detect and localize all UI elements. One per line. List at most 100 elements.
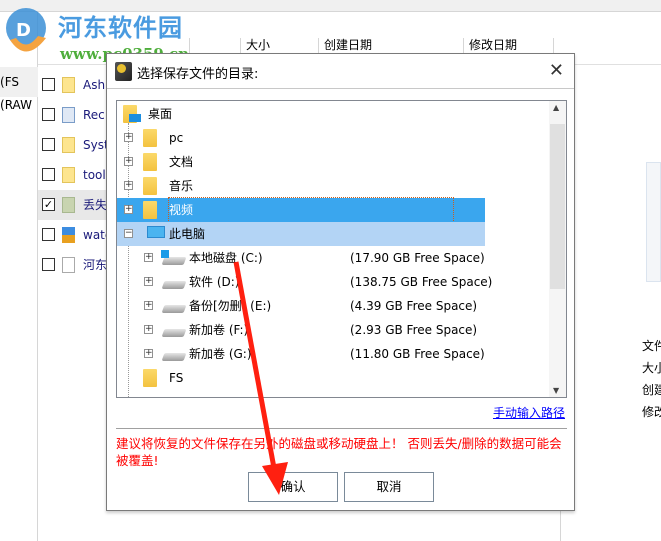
file-row[interactable]: 河东 (38, 250, 106, 280)
file-name: Syst (83, 138, 106, 152)
cancel-button[interactable]: 取消 (344, 472, 434, 502)
windows-logo-icon (161, 250, 169, 258)
file-checkbox[interactable] (42, 228, 55, 241)
file-row[interactable]: Syst (38, 130, 106, 160)
file-name: 河东 (83, 258, 106, 272)
info-label: 文件 (642, 339, 661, 353)
save-directory-dialog: 选择保存文件的目录: ✕ 桌面 + pc + 文档 + 音乐 + 视频 − 此电脑 + 本地磁盘 (… (106, 53, 575, 511)
expand-icon[interactable]: + (144, 301, 153, 310)
computer-icon (147, 226, 165, 238)
close-icon[interactable]: ✕ (549, 60, 564, 81)
archive-icon (62, 227, 75, 243)
column-label: 修改日期 (469, 38, 518, 52)
tree-node-label: 视频 (167, 197, 455, 223)
expand-icon[interactable]: + (124, 205, 133, 214)
watermark-logo: D (2, 6, 52, 56)
drive-node[interactable]: + 备份[勿删] (E:) (4.39 GB Free Space) (117, 294, 547, 318)
tree-node[interactable]: + 视频 (117, 197, 485, 223)
drive-free-space: (2.93 GB Free Space) (350, 323, 478, 337)
folder-icon (62, 167, 75, 183)
file-name: wate (83, 228, 106, 242)
drive-label: 本地磁盘 (C:) (189, 251, 263, 265)
left-panel-item[interactable]: RAW) (0, 90, 38, 120)
file-checkbox[interactable] (42, 138, 55, 151)
expand-icon[interactable]: + (124, 181, 133, 190)
info-label: 大小 (642, 361, 661, 375)
tree-node[interactable]: + 音乐 (117, 174, 485, 198)
drive-icon (161, 353, 187, 361)
info-label: 创建 (642, 383, 661, 397)
drive-label: 软件 (D:) (189, 275, 240, 289)
drive-free-space: (4.39 GB Free Space) (350, 299, 478, 313)
expand-icon[interactable]: + (144, 277, 153, 286)
file-name: tools (83, 168, 106, 182)
drive-node[interactable]: + 本地磁盘 (C:) (17.90 GB Free Space) (117, 246, 547, 270)
dialog-titlebar[interactable]: 选择保存文件的目录: ✕ (107, 54, 574, 89)
drive-icon (161, 305, 187, 313)
column-label: 大小 (246, 38, 271, 52)
file-row[interactable]: tools (38, 160, 106, 190)
tree-node-label: 此电脑 (169, 227, 206, 241)
tree-node[interactable]: + 文档 (117, 150, 485, 174)
warning-text: 建议将恢复的文件保存在另外的磁盘或移动硬盘上！ 否则丢失/删除的数据可能会被覆盖… (116, 436, 562, 468)
file-name: Rec (83, 108, 105, 122)
file-row[interactable]: wate (38, 220, 106, 250)
expand-icon[interactable]: + (124, 157, 133, 166)
preview-box (646, 162, 661, 282)
scroll-down-icon[interactable]: ▼ (553, 386, 559, 395)
file-row[interactable]: Rec (38, 100, 106, 130)
expand-icon[interactable]: + (124, 133, 133, 142)
file-checkbox[interactable] (42, 108, 55, 121)
file-name: 丢失 (83, 198, 106, 212)
drive-icon (161, 329, 187, 337)
monitor-icon (129, 114, 141, 122)
drive-free-space: (138.75 GB Free Space) (350, 275, 493, 289)
file-row[interactable]: ✓ 丢失 (38, 190, 106, 220)
tree-node-label: FS (169, 371, 184, 385)
tree-scrollbar[interactable]: ▲ ▼ (549, 101, 566, 397)
drive-label: 新加卷 (F:) (189, 323, 249, 337)
expand-icon[interactable]: + (144, 253, 153, 262)
divider (116, 428, 567, 429)
tree-node[interactable]: − 此电脑 (117, 222, 485, 246)
scrollbar-thumb[interactable] (550, 124, 565, 289)
tree-node[interactable]: + pc (117, 126, 485, 150)
file-checkbox[interactable] (42, 258, 55, 271)
info-label: 修改 (642, 405, 661, 419)
watermark-brand: 河东软件园 (58, 14, 183, 42)
tree-node-label: 文档 (169, 155, 194, 169)
left-panel: FS) RAW) (0, 12, 38, 541)
drive-node[interactable]: + 新加卷 (F:) (2.93 GB Free Space) (117, 318, 547, 342)
tree-node-label: pc (169, 131, 184, 145)
recycle-bin-icon (62, 107, 75, 123)
music-folder-icon (143, 177, 157, 195)
expand-icon[interactable]: + (144, 325, 153, 334)
folder-icon (62, 77, 75, 93)
collapse-icon[interactable]: − (124, 229, 133, 238)
app-disk-icon (115, 62, 132, 81)
drive-free-space: (11.80 GB Free Space) (350, 347, 485, 361)
file-icon (62, 257, 75, 273)
drive-node[interactable]: + 软件 (D:) (138.75 GB Free Space) (117, 270, 547, 294)
file-checkbox[interactable] (42, 78, 55, 91)
tree-node-label: 桌面 (148, 107, 173, 121)
left-panel-item-label: FS) (0, 75, 19, 89)
drive-icon (161, 281, 187, 289)
expand-icon[interactable]: + (144, 349, 153, 358)
scroll-up-icon[interactable]: ▲ (553, 103, 559, 112)
file-name: Ash (83, 78, 106, 92)
folder-icon (62, 137, 75, 153)
manual-path-link[interactable]: 手动输入路径 (493, 404, 565, 421)
svg-text:D: D (16, 20, 31, 41)
confirm-button[interactable]: 确认 (248, 472, 338, 502)
file-checkbox[interactable]: ✓ (42, 198, 55, 211)
user-folder-icon (143, 129, 157, 147)
videos-folder-icon (143, 201, 157, 219)
drive-node[interactable]: + 新加卷 (G:) (11.80 GB Free Space) (117, 342, 547, 366)
file-checkbox[interactable] (42, 168, 55, 181)
folder-icon (143, 369, 157, 387)
drive-free-space: (17.90 GB Free Space) (350, 251, 485, 265)
left-panel-item-label: RAW) (0, 98, 32, 112)
file-row[interactable]: Ash (38, 70, 106, 100)
folder-tree[interactable]: 桌面 + pc + 文档 + 音乐 + 视频 − 此电脑 + 本地磁盘 (C:) (17.90 GB … (116, 100, 567, 398)
